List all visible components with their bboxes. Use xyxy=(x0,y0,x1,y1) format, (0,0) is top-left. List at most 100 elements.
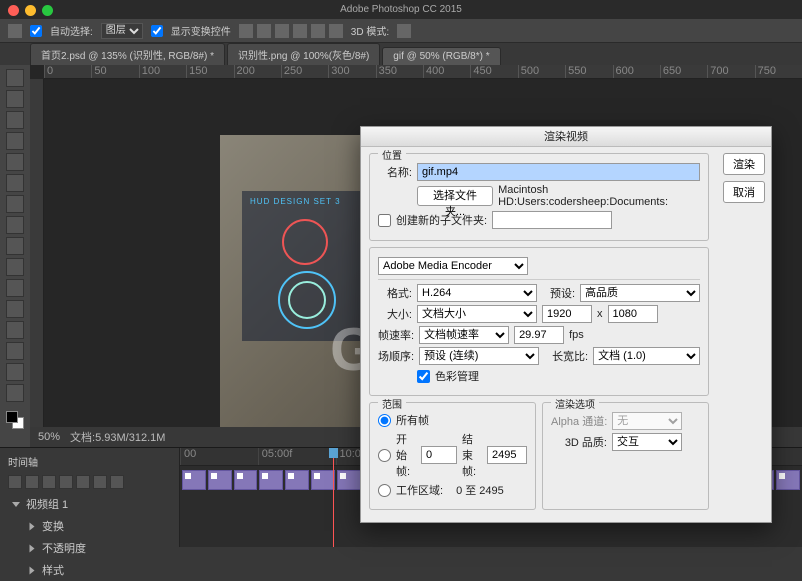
aspect-label: 长宽比: xyxy=(552,348,588,364)
location-group: 位置 名称: 选择文件夹... Macintosh HD:Users:coder… xyxy=(369,153,709,241)
disclosure-icon[interactable] xyxy=(12,502,20,507)
heal-tool[interactable] xyxy=(6,195,24,213)
fps-label: 帧速率: xyxy=(378,327,414,343)
start-frame-label: 开始帧: xyxy=(396,431,416,479)
mode3d-label: 3D 模式: xyxy=(351,23,389,38)
maximize-icon[interactable] xyxy=(42,5,53,16)
track-video-group[interactable]: 视频组 1 xyxy=(4,493,175,515)
auto-select-mode[interactable]: 图层 xyxy=(101,23,143,39)
tools-panel xyxy=(0,65,30,447)
hand-tool[interactable] xyxy=(6,363,24,381)
align-icon[interactable] xyxy=(275,24,289,38)
fps-input[interactable] xyxy=(514,326,564,344)
close-icon[interactable] xyxy=(8,5,19,16)
path-tool[interactable] xyxy=(6,342,24,360)
field-select[interactable]: 预设 (连续) xyxy=(419,347,539,365)
lasso-tool[interactable] xyxy=(6,111,24,129)
tick: 00 xyxy=(180,448,258,465)
clip[interactable] xyxy=(285,470,309,490)
move-tool-icon xyxy=(8,24,22,38)
filename-input[interactable] xyxy=(417,163,700,181)
dialog-title: 渲染视频 xyxy=(361,127,771,147)
play-icon[interactable] xyxy=(42,475,56,489)
minimize-icon[interactable] xyxy=(25,5,36,16)
width-input[interactable] xyxy=(542,305,592,323)
disclosure-icon[interactable] xyxy=(30,544,35,552)
align-icon[interactable] xyxy=(311,24,325,38)
marquee-tool[interactable] xyxy=(6,90,24,108)
fps-mode-select[interactable]: 文档帧速率 xyxy=(419,326,509,344)
align-icon[interactable] xyxy=(239,24,253,38)
clip[interactable] xyxy=(208,470,232,490)
end-frame-input[interactable] xyxy=(487,446,527,464)
show-transform-checkbox[interactable] xyxy=(151,25,163,37)
gradient-tool[interactable] xyxy=(6,279,24,297)
clip[interactable] xyxy=(311,470,335,490)
stamp-tool[interactable] xyxy=(6,237,24,255)
size-mode-select[interactable]: 文档大小 xyxy=(417,305,537,323)
tab-doc-2[interactable]: gif @ 50% (RGB/8*) * xyxy=(382,47,500,65)
subfolder-checkbox[interactable] xyxy=(378,214,391,227)
zoom-level[interactable]: 50% xyxy=(38,431,60,443)
prop-label: 不透明度 xyxy=(42,540,86,556)
all-frames-radio[interactable] xyxy=(378,414,391,427)
clip[interactable] xyxy=(234,470,258,490)
color-swatch[interactable] xyxy=(6,411,24,429)
height-input[interactable] xyxy=(608,305,658,323)
eraser-tool[interactable] xyxy=(6,258,24,276)
crop-tool[interactable] xyxy=(6,153,24,171)
window-controls[interactable] xyxy=(8,5,53,16)
track-prop-opacity[interactable]: 不透明度 xyxy=(4,537,175,559)
type-tool[interactable] xyxy=(6,321,24,339)
align-icon[interactable] xyxy=(257,24,271,38)
align-icon[interactable] xyxy=(329,24,343,38)
track-prop-style[interactable]: 样式 xyxy=(4,559,175,581)
goto-start-icon[interactable] xyxy=(8,475,22,489)
ruler-vertical xyxy=(30,79,44,447)
tab-doc-1[interactable]: 识别性.png @ 100%(灰色/8#) xyxy=(227,43,380,65)
prev-frame-icon[interactable] xyxy=(25,475,39,489)
tick: 05:00f xyxy=(258,448,336,465)
track-prop-transform[interactable]: 变换 xyxy=(4,515,175,537)
subfolder-label: 创建新的子文件夹: xyxy=(396,212,487,228)
next-frame-icon[interactable] xyxy=(59,475,73,489)
color-mgmt-label: 色彩管理 xyxy=(435,368,479,384)
wand-tool[interactable] xyxy=(6,132,24,150)
q3d-select[interactable]: 交互 xyxy=(612,433,682,451)
aspect-select[interactable]: 文档 (1.0) xyxy=(593,347,700,365)
mode3d-icon[interactable] xyxy=(397,24,411,38)
zoom-tool[interactable] xyxy=(6,384,24,402)
subfolder-input[interactable] xyxy=(492,211,612,229)
x-label: x xyxy=(597,308,603,320)
auto-select-checkbox[interactable] xyxy=(30,25,42,37)
cancel-button[interactable]: 取消 xyxy=(723,181,765,203)
preset-select[interactable]: 高品质 xyxy=(580,284,700,302)
work-range-text: 0 至 2495 xyxy=(456,482,504,498)
alpha-label: Alpha 通道: xyxy=(551,413,607,429)
work-area-radio[interactable] xyxy=(378,484,391,497)
pen-tool[interactable] xyxy=(6,300,24,318)
eyedropper-tool[interactable] xyxy=(6,174,24,192)
clip[interactable] xyxy=(337,470,361,490)
clip[interactable] xyxy=(182,470,206,490)
format-select[interactable]: H.264 xyxy=(417,284,537,302)
align-icon[interactable] xyxy=(293,24,307,38)
tab-doc-0[interactable]: 首页2.psd @ 135% (识别性, RGB/8#) * xyxy=(30,43,225,65)
render-button[interactable]: 渲染 xyxy=(723,153,765,175)
transition-icon[interactable] xyxy=(110,475,124,489)
start-frame-radio[interactable] xyxy=(378,449,391,462)
move-tool[interactable] xyxy=(6,69,24,87)
clip[interactable] xyxy=(776,470,800,490)
engine-select[interactable]: Adobe Media Encoder xyxy=(378,257,528,275)
audio-icon[interactable] xyxy=(76,475,90,489)
size-label: 大小: xyxy=(378,306,412,322)
clip[interactable] xyxy=(259,470,283,490)
disclosure-icon[interactable] xyxy=(30,522,35,530)
brush-tool[interactable] xyxy=(6,216,24,234)
color-mgmt-checkbox[interactable] xyxy=(417,370,430,383)
choose-folder-button[interactable]: 选择文件夹... xyxy=(417,186,493,206)
split-icon[interactable] xyxy=(93,475,107,489)
playhead[interactable] xyxy=(333,448,334,547)
start-frame-input[interactable] xyxy=(421,446,457,464)
disclosure-icon[interactable] xyxy=(30,566,35,574)
